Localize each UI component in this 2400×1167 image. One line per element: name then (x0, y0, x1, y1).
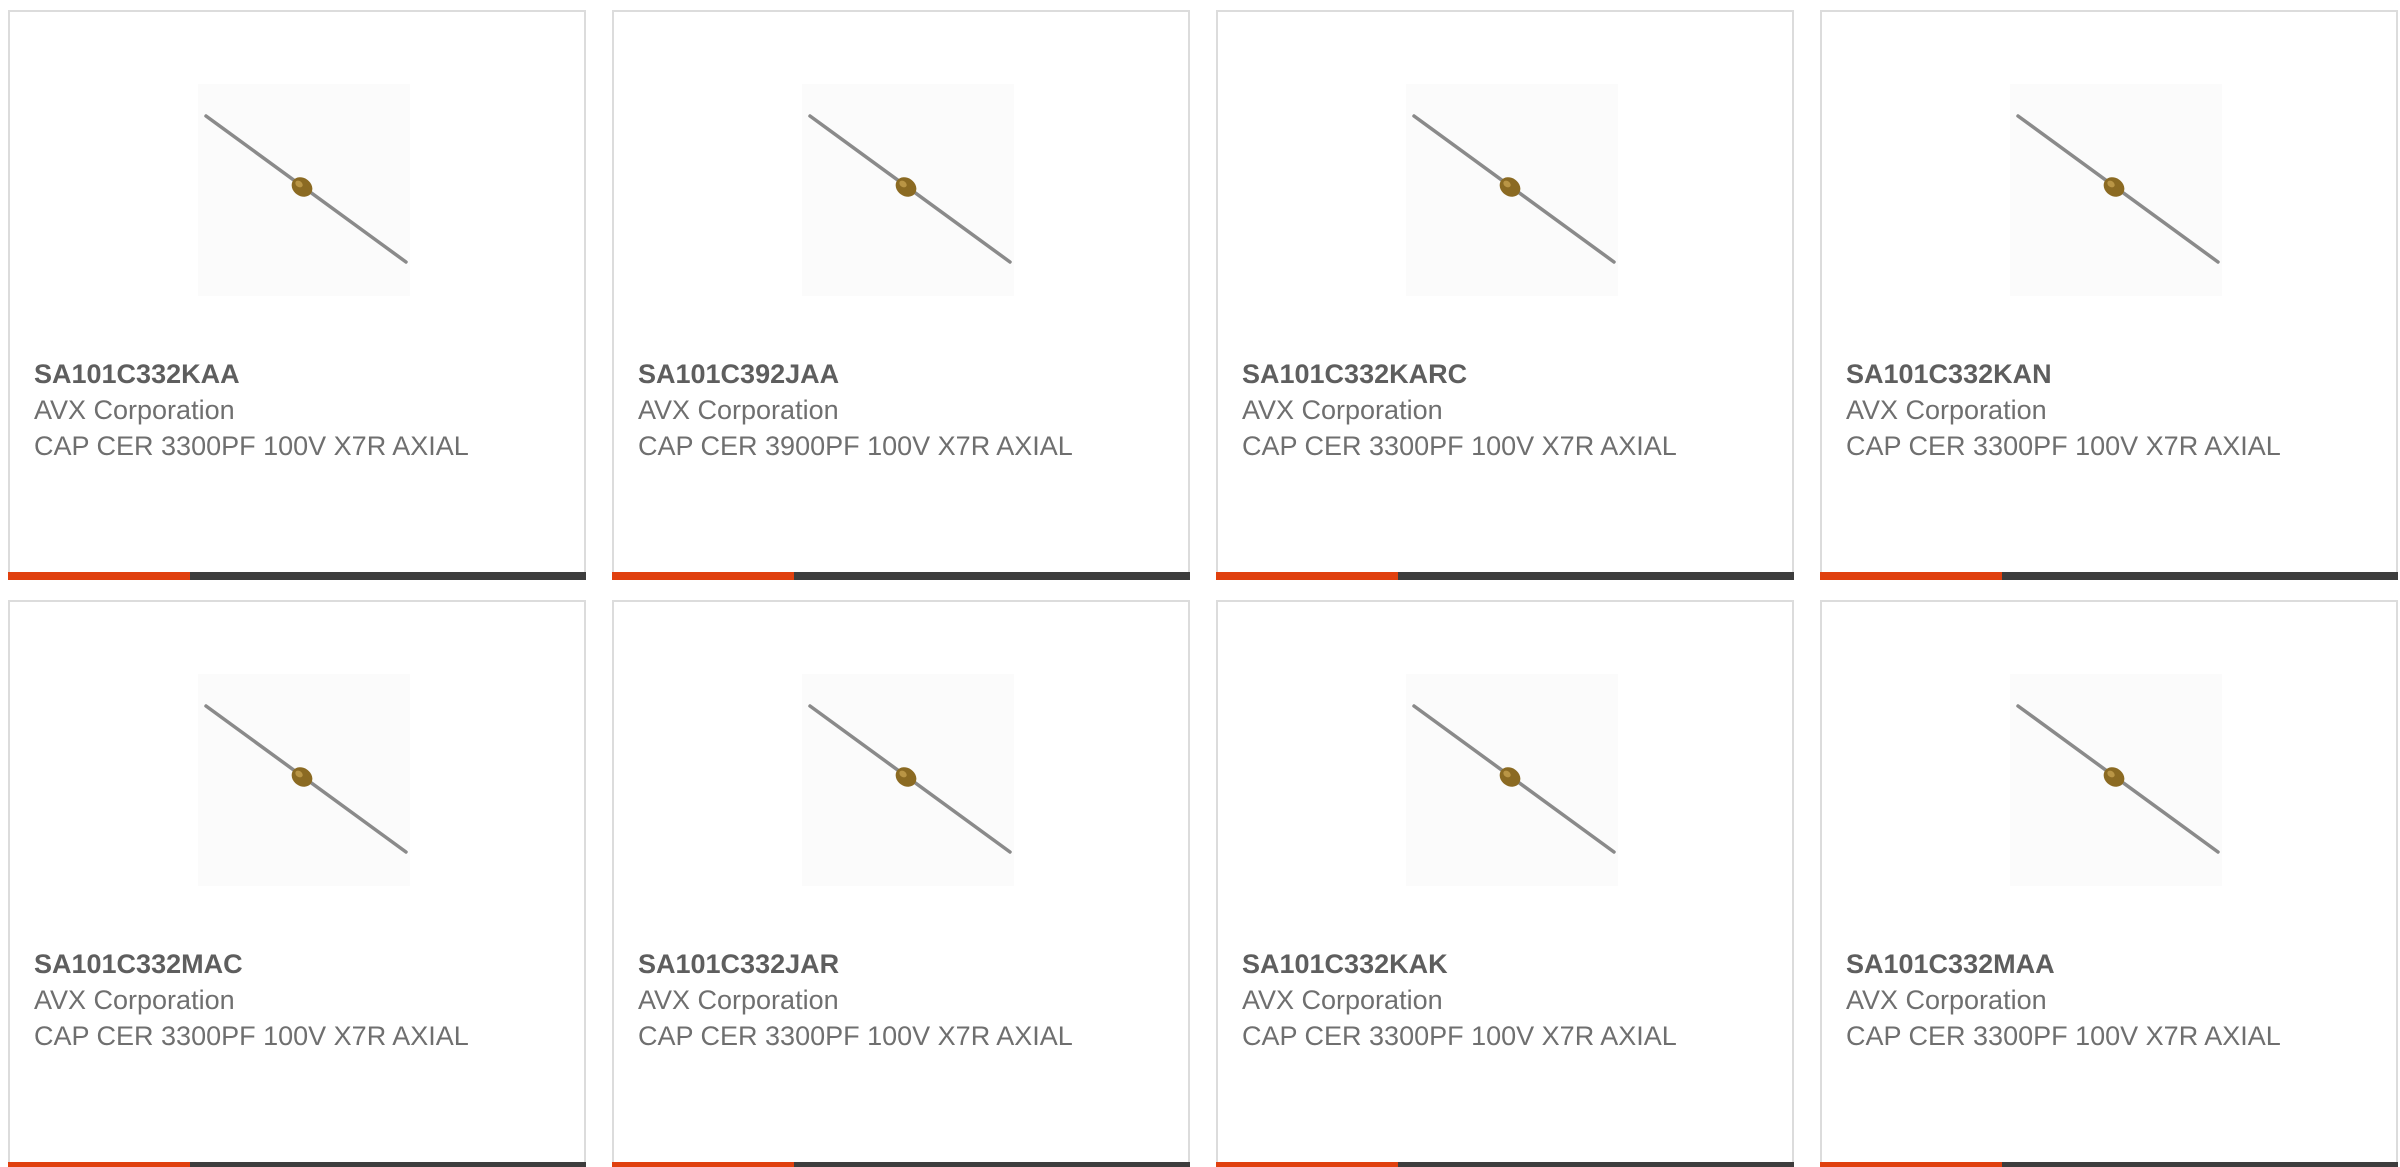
part-number-link[interactable]: SA101C392JAA (638, 356, 1078, 392)
description-text: CAP CER 3300PF 100V X7R AXIAL (1242, 1021, 1677, 1051)
axial-capacitor-icon[interactable] (198, 674, 410, 886)
axial-capacitor-icon[interactable] (802, 674, 1014, 886)
product-info: SA101C332KARC AVX Corporation CAP CER 33… (1242, 356, 1682, 464)
manufacturer-label: AVX Corporation (1242, 985, 1443, 1015)
manufacturer-label: AVX Corporation (1242, 395, 1443, 425)
manufacturer-label: AVX Corporation (638, 985, 839, 1015)
part-number-link[interactable]: SA101C332KARC (1242, 356, 1682, 392)
card-footer-bar (612, 1162, 1190, 1167)
product-card[interactable]: SA101C332KAN AVX Corporation CAP CER 330… (1820, 10, 2398, 580)
description-text: CAP CER 3900PF 100V X7R AXIAL (638, 431, 1073, 461)
axial-capacitor-icon[interactable] (1406, 84, 1618, 296)
product-card[interactable]: SA101C332KAA AVX Corporation CAP CER 330… (8, 10, 586, 580)
manufacturer-label: AVX Corporation (1846, 985, 2047, 1015)
description-text: CAP CER 3300PF 100V X7R AXIAL (1846, 1021, 2281, 1051)
card-accent-bar (8, 572, 190, 580)
product-info: SA101C332MAA AVX Corporation CAP CER 330… (1846, 946, 2286, 1054)
card-footer-bar (1216, 1162, 1794, 1167)
description-text: CAP CER 3300PF 100V X7R AXIAL (34, 1021, 469, 1051)
product-card[interactable]: SA101C332MAC AVX Corporation CAP CER 330… (8, 600, 586, 1167)
part-number-link[interactable]: SA101C332KAA (34, 356, 474, 392)
product-info: SA101C332JAR AVX Corporation CAP CER 330… (638, 946, 1078, 1054)
description-text: CAP CER 3300PF 100V X7R AXIAL (34, 431, 469, 461)
card-footer-bar (8, 572, 586, 580)
card-accent-bar (8, 1162, 190, 1167)
product-info: SA101C332KAN AVX Corporation CAP CER 330… (1846, 356, 2286, 464)
card-accent-bar (1216, 572, 1398, 580)
card-accent-bar (1216, 1162, 1398, 1167)
axial-capacitor-icon[interactable] (2010, 84, 2222, 296)
card-footer-bar (8, 1162, 586, 1167)
card-footer-bar (1820, 1162, 2398, 1167)
part-number-link[interactable]: SA101C332KAN (1846, 356, 2286, 392)
card-accent-bar (612, 572, 794, 580)
description-text: CAP CER 3300PF 100V X7R AXIAL (638, 1021, 1073, 1051)
manufacturer-label: AVX Corporation (638, 395, 839, 425)
product-card[interactable]: SA101C332KAK AVX Corporation CAP CER 330… (1216, 600, 1794, 1167)
product-card[interactable]: SA101C332JAR AVX Corporation CAP CER 330… (612, 600, 1190, 1167)
product-info: SA101C332KAA AVX Corporation CAP CER 330… (34, 356, 474, 464)
product-card[interactable]: SA101C392JAA AVX Corporation CAP CER 390… (612, 10, 1190, 580)
card-footer-bar (1820, 572, 2398, 580)
card-accent-bar (1820, 1162, 2002, 1167)
axial-capacitor-icon[interactable] (198, 84, 410, 296)
card-footer-bar (612, 572, 1190, 580)
product-info: SA101C332KAK AVX Corporation CAP CER 330… (1242, 946, 1682, 1054)
product-card[interactable]: SA101C332KARC AVX Corporation CAP CER 33… (1216, 10, 1794, 580)
product-info: SA101C392JAA AVX Corporation CAP CER 390… (638, 356, 1078, 464)
part-number-link[interactable]: SA101C332MAA (1846, 946, 2286, 982)
card-footer-bar (1216, 572, 1794, 580)
manufacturer-label: AVX Corporation (1846, 395, 2047, 425)
part-number-link[interactable]: SA101C332JAR (638, 946, 1078, 982)
description-text: CAP CER 3300PF 100V X7R AXIAL (1846, 431, 2281, 461)
axial-capacitor-icon[interactable] (1406, 674, 1618, 886)
axial-capacitor-icon[interactable] (802, 84, 1014, 296)
part-number-link[interactable]: SA101C332MAC (34, 946, 474, 982)
card-accent-bar (612, 1162, 794, 1167)
product-card[interactable]: SA101C332MAA AVX Corporation CAP CER 330… (1820, 600, 2398, 1167)
product-grid: SA101C332KAA AVX Corporation CAP CER 330… (0, 0, 2400, 1167)
manufacturer-label: AVX Corporation (34, 395, 235, 425)
axial-capacitor-icon[interactable] (2010, 674, 2222, 886)
manufacturer-label: AVX Corporation (34, 985, 235, 1015)
part-number-link[interactable]: SA101C332KAK (1242, 946, 1682, 982)
card-accent-bar (1820, 572, 2002, 580)
description-text: CAP CER 3300PF 100V X7R AXIAL (1242, 431, 1677, 461)
product-info: SA101C332MAC AVX Corporation CAP CER 330… (34, 946, 474, 1054)
